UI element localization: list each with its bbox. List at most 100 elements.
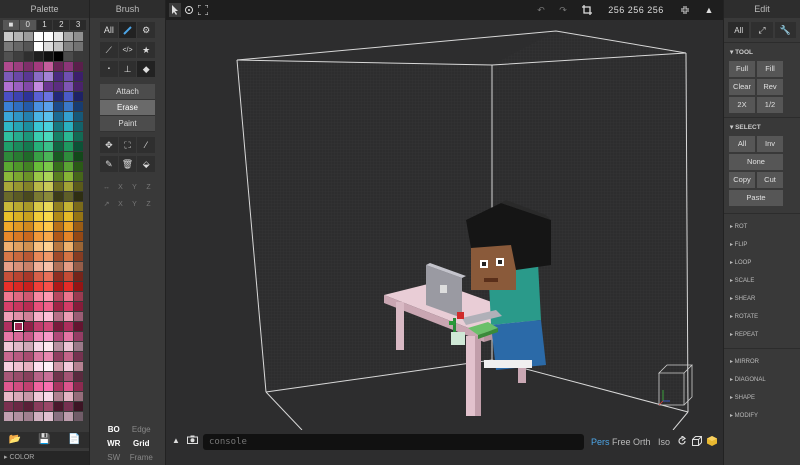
- color-swatch[interactable]: [14, 232, 23, 241]
- color-swatch[interactable]: [4, 232, 13, 241]
- color-swatch[interactable]: [14, 162, 23, 171]
- color-swatch[interactable]: [4, 302, 13, 311]
- color-swatch[interactable]: [4, 82, 13, 91]
- color-swatch[interactable]: [34, 322, 43, 331]
- projection-iso[interactable]: Iso: [658, 437, 670, 447]
- color-swatch[interactable]: [74, 122, 83, 131]
- color-swatch[interactable]: [54, 52, 63, 61]
- select-invert-button[interactable]: Inv: [757, 136, 783, 152]
- color-swatch[interactable]: [64, 202, 73, 211]
- modify-section[interactable]: ▸ MODIFY: [724, 407, 800, 425]
- color-swatch[interactable]: [24, 112, 33, 121]
- mode-wr-toggle[interactable]: WR: [100, 438, 128, 449]
- color-swatch[interactable]: [24, 152, 33, 161]
- color-swatch[interactable]: [74, 82, 83, 91]
- full-button[interactable]: Full: [729, 61, 755, 77]
- color-swatch[interactable]: [64, 52, 73, 61]
- erase-button[interactable]: Erase: [100, 100, 155, 116]
- color-swatch[interactable]: [14, 192, 23, 201]
- color-swatch[interactable]: [54, 352, 63, 361]
- color-swatch[interactable]: [4, 282, 13, 291]
- color-swatch[interactable]: [44, 132, 53, 141]
- color-swatch[interactable]: [34, 162, 43, 171]
- color-swatch[interactable]: [44, 292, 53, 301]
- color-swatch[interactable]: [74, 252, 83, 261]
- color-swatch[interactable]: [44, 272, 53, 281]
- color-swatch[interactable]: [14, 312, 23, 321]
- mirror-x-toggle[interactable]: X: [114, 198, 127, 212]
- color-swatch[interactable]: [14, 242, 23, 251]
- color-swatch[interactable]: [74, 402, 83, 411]
- orbit-icon[interactable]: [183, 3, 195, 17]
- color-swatch[interactable]: [64, 102, 73, 111]
- color-swatch[interactable]: [24, 362, 33, 371]
- color-swatch[interactable]: [64, 192, 73, 201]
- color-swatch[interactable]: [34, 302, 43, 311]
- color-swatch[interactable]: [24, 192, 33, 201]
- color-swatch[interactable]: [44, 102, 53, 111]
- color-swatch[interactable]: [4, 42, 13, 51]
- color-swatch[interactable]: [44, 162, 53, 171]
- color-swatch[interactable]: [34, 402, 43, 411]
- color-swatch[interactable]: [24, 212, 33, 221]
- color-swatch[interactable]: [64, 32, 73, 41]
- color-swatch[interactable]: [74, 382, 83, 391]
- voxel-cube-icon[interactable]: [707, 436, 717, 448]
- color-swatch[interactable]: [34, 92, 43, 101]
- color-swatch[interactable]: [4, 62, 13, 71]
- color-swatch[interactable]: [54, 362, 63, 371]
- color-swatch[interactable]: [14, 412, 23, 421]
- color-swatch[interactable]: [54, 162, 63, 171]
- color-swatch[interactable]: [34, 412, 43, 421]
- color-swatch[interactable]: [44, 72, 53, 81]
- color-swatch[interactable]: [74, 212, 83, 221]
- half-size-button[interactable]: 1/2: [757, 97, 783, 113]
- color-swatch[interactable]: [34, 102, 43, 111]
- color-swatch[interactable]: [14, 102, 23, 111]
- color-swatch[interactable]: [54, 72, 63, 81]
- color-swatch[interactable]: [4, 242, 13, 251]
- color-swatch[interactable]: [24, 372, 33, 381]
- color-swatch[interactable]: [24, 332, 33, 341]
- voxel-scene[interactable]: [166, 20, 724, 430]
- projection-free[interactable]: Free: [612, 437, 631, 447]
- color-swatch[interactable]: [14, 372, 23, 381]
- color-swatch[interactable]: [24, 122, 33, 131]
- color-swatch[interactable]: [4, 312, 13, 321]
- console-toggle-icon[interactable]: ▲: [172, 436, 180, 445]
- color-swatch[interactable]: [24, 272, 33, 281]
- color-swatch[interactable]: [54, 112, 63, 121]
- color-swatch[interactable]: [74, 232, 83, 241]
- color-swatch[interactable]: [74, 182, 83, 191]
- color-swatch[interactable]: [64, 352, 73, 361]
- select-frame-icon[interactable]: ⛶: [118, 137, 137, 153]
- color-swatch[interactable]: [14, 362, 23, 371]
- projection-orth[interactable]: Orth: [633, 437, 651, 447]
- color-swatch[interactable]: [14, 382, 23, 391]
- color-swatch[interactable]: [14, 342, 23, 351]
- file-icon[interactable]: 📄: [59, 432, 89, 448]
- color-swatch[interactable]: [74, 142, 83, 151]
- select-none-button[interactable]: None: [729, 154, 783, 170]
- color-swatch[interactable]: [44, 92, 53, 101]
- color-swatch[interactable]: [64, 72, 73, 81]
- paint-bucket-icon[interactable]: ⬙: [137, 156, 156, 172]
- cut-button[interactable]: Cut: [757, 172, 783, 188]
- color-swatch[interactable]: [4, 342, 13, 351]
- color-swatch[interactable]: [14, 212, 23, 221]
- color-swatch[interactable]: [74, 302, 83, 311]
- color-swatch[interactable]: [24, 322, 33, 331]
- color-swatch[interactable]: [14, 292, 23, 301]
- attach-button[interactable]: Attach: [100, 84, 155, 100]
- color-swatch[interactable]: [34, 392, 43, 401]
- flip-axis-icon[interactable]: ↔: [100, 181, 113, 195]
- color-swatch[interactable]: [64, 82, 73, 91]
- color-swatch[interactable]: [74, 32, 83, 41]
- color-swatch[interactable]: [34, 232, 43, 241]
- color-swatch[interactable]: [14, 92, 23, 101]
- color-swatch[interactable]: [54, 272, 63, 281]
- color-swatch[interactable]: [4, 72, 13, 81]
- color-swatch[interactable]: [64, 112, 73, 121]
- color-swatch[interactable]: [74, 152, 83, 161]
- brush-pen-icon[interactable]: [118, 22, 137, 38]
